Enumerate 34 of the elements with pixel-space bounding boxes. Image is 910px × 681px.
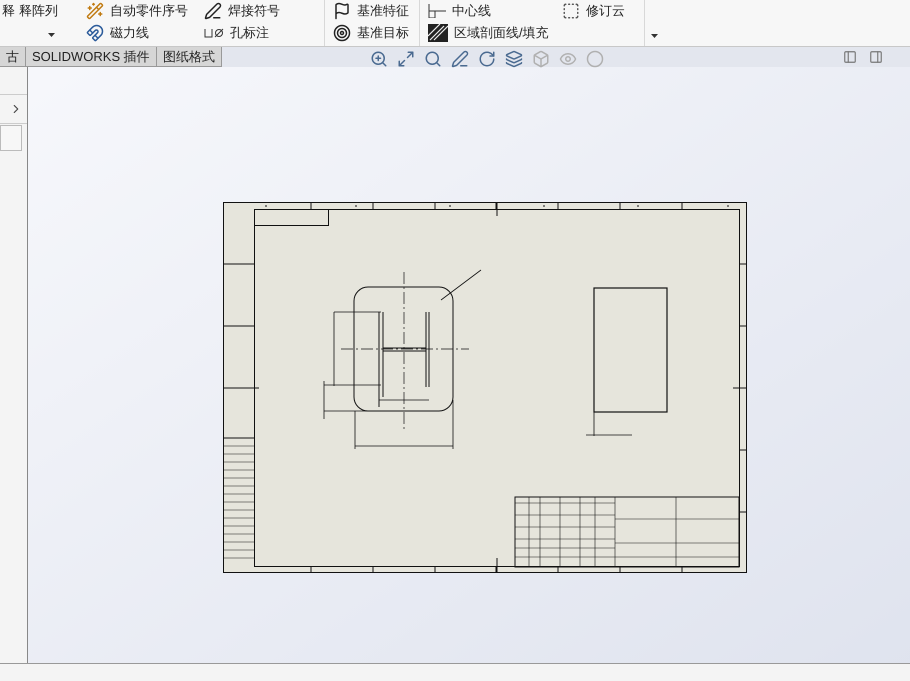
dropdown-caret-icon[interactable] (48, 33, 55, 37)
ribbon-button[interactable]: 孔标注 (204, 22, 324, 44)
zoom-icon[interactable] (370, 50, 388, 68)
datum-feature-icon (333, 2, 351, 20)
ribbon-button[interactable]: 基准目标 (333, 22, 419, 44)
rotate-icon[interactable] (478, 50, 496, 68)
dropdown-caret-icon[interactable] (651, 34, 658, 38)
ribbon-button[interactable]: 释阵列 (19, 0, 58, 22)
ribbon-button[interactable]: 修订云 (562, 0, 644, 22)
ribbon-button[interactable]: 焊接符号 (204, 0, 324, 22)
tab[interactable]: SOLIDWORKS 插件 (26, 47, 157, 67)
panel-field[interactable] (0, 125, 22, 151)
pen-icon[interactable] (451, 50, 469, 68)
zoom-to-fit-icon[interactable] (397, 50, 415, 68)
ribbon-button[interactable]: 区域剖面线/填充 (428, 22, 554, 44)
tab[interactable]: 图纸格式 (156, 47, 222, 67)
tab[interactable]: 古 (0, 47, 26, 67)
panel-right-icon[interactable] (869, 50, 883, 64)
wand-icon (86, 2, 104, 20)
search-icon[interactable] (424, 50, 442, 68)
ribbon-button[interactable]: 释 (2, 0, 15, 22)
panel-left-icon[interactable] (843, 50, 857, 64)
ribbon-button[interactable]: 磁力线 (86, 22, 196, 44)
ribbon-button[interactable]: 中心线 (428, 0, 554, 22)
centerline-icon (428, 4, 446, 18)
weld-symbol-icon (204, 2, 222, 20)
revision-cloud-icon (562, 2, 580, 20)
hole-callout-icon (204, 28, 224, 38)
layers-icon[interactable] (505, 50, 523, 68)
ribbon-button[interactable]: 基准特征 (333, 0, 419, 22)
hatch-icon (428, 24, 448, 42)
magnet-icon (86, 24, 104, 42)
datum-target-icon (333, 24, 351, 42)
ribbon-button[interactable]: 自动零件序号 (86, 0, 196, 22)
